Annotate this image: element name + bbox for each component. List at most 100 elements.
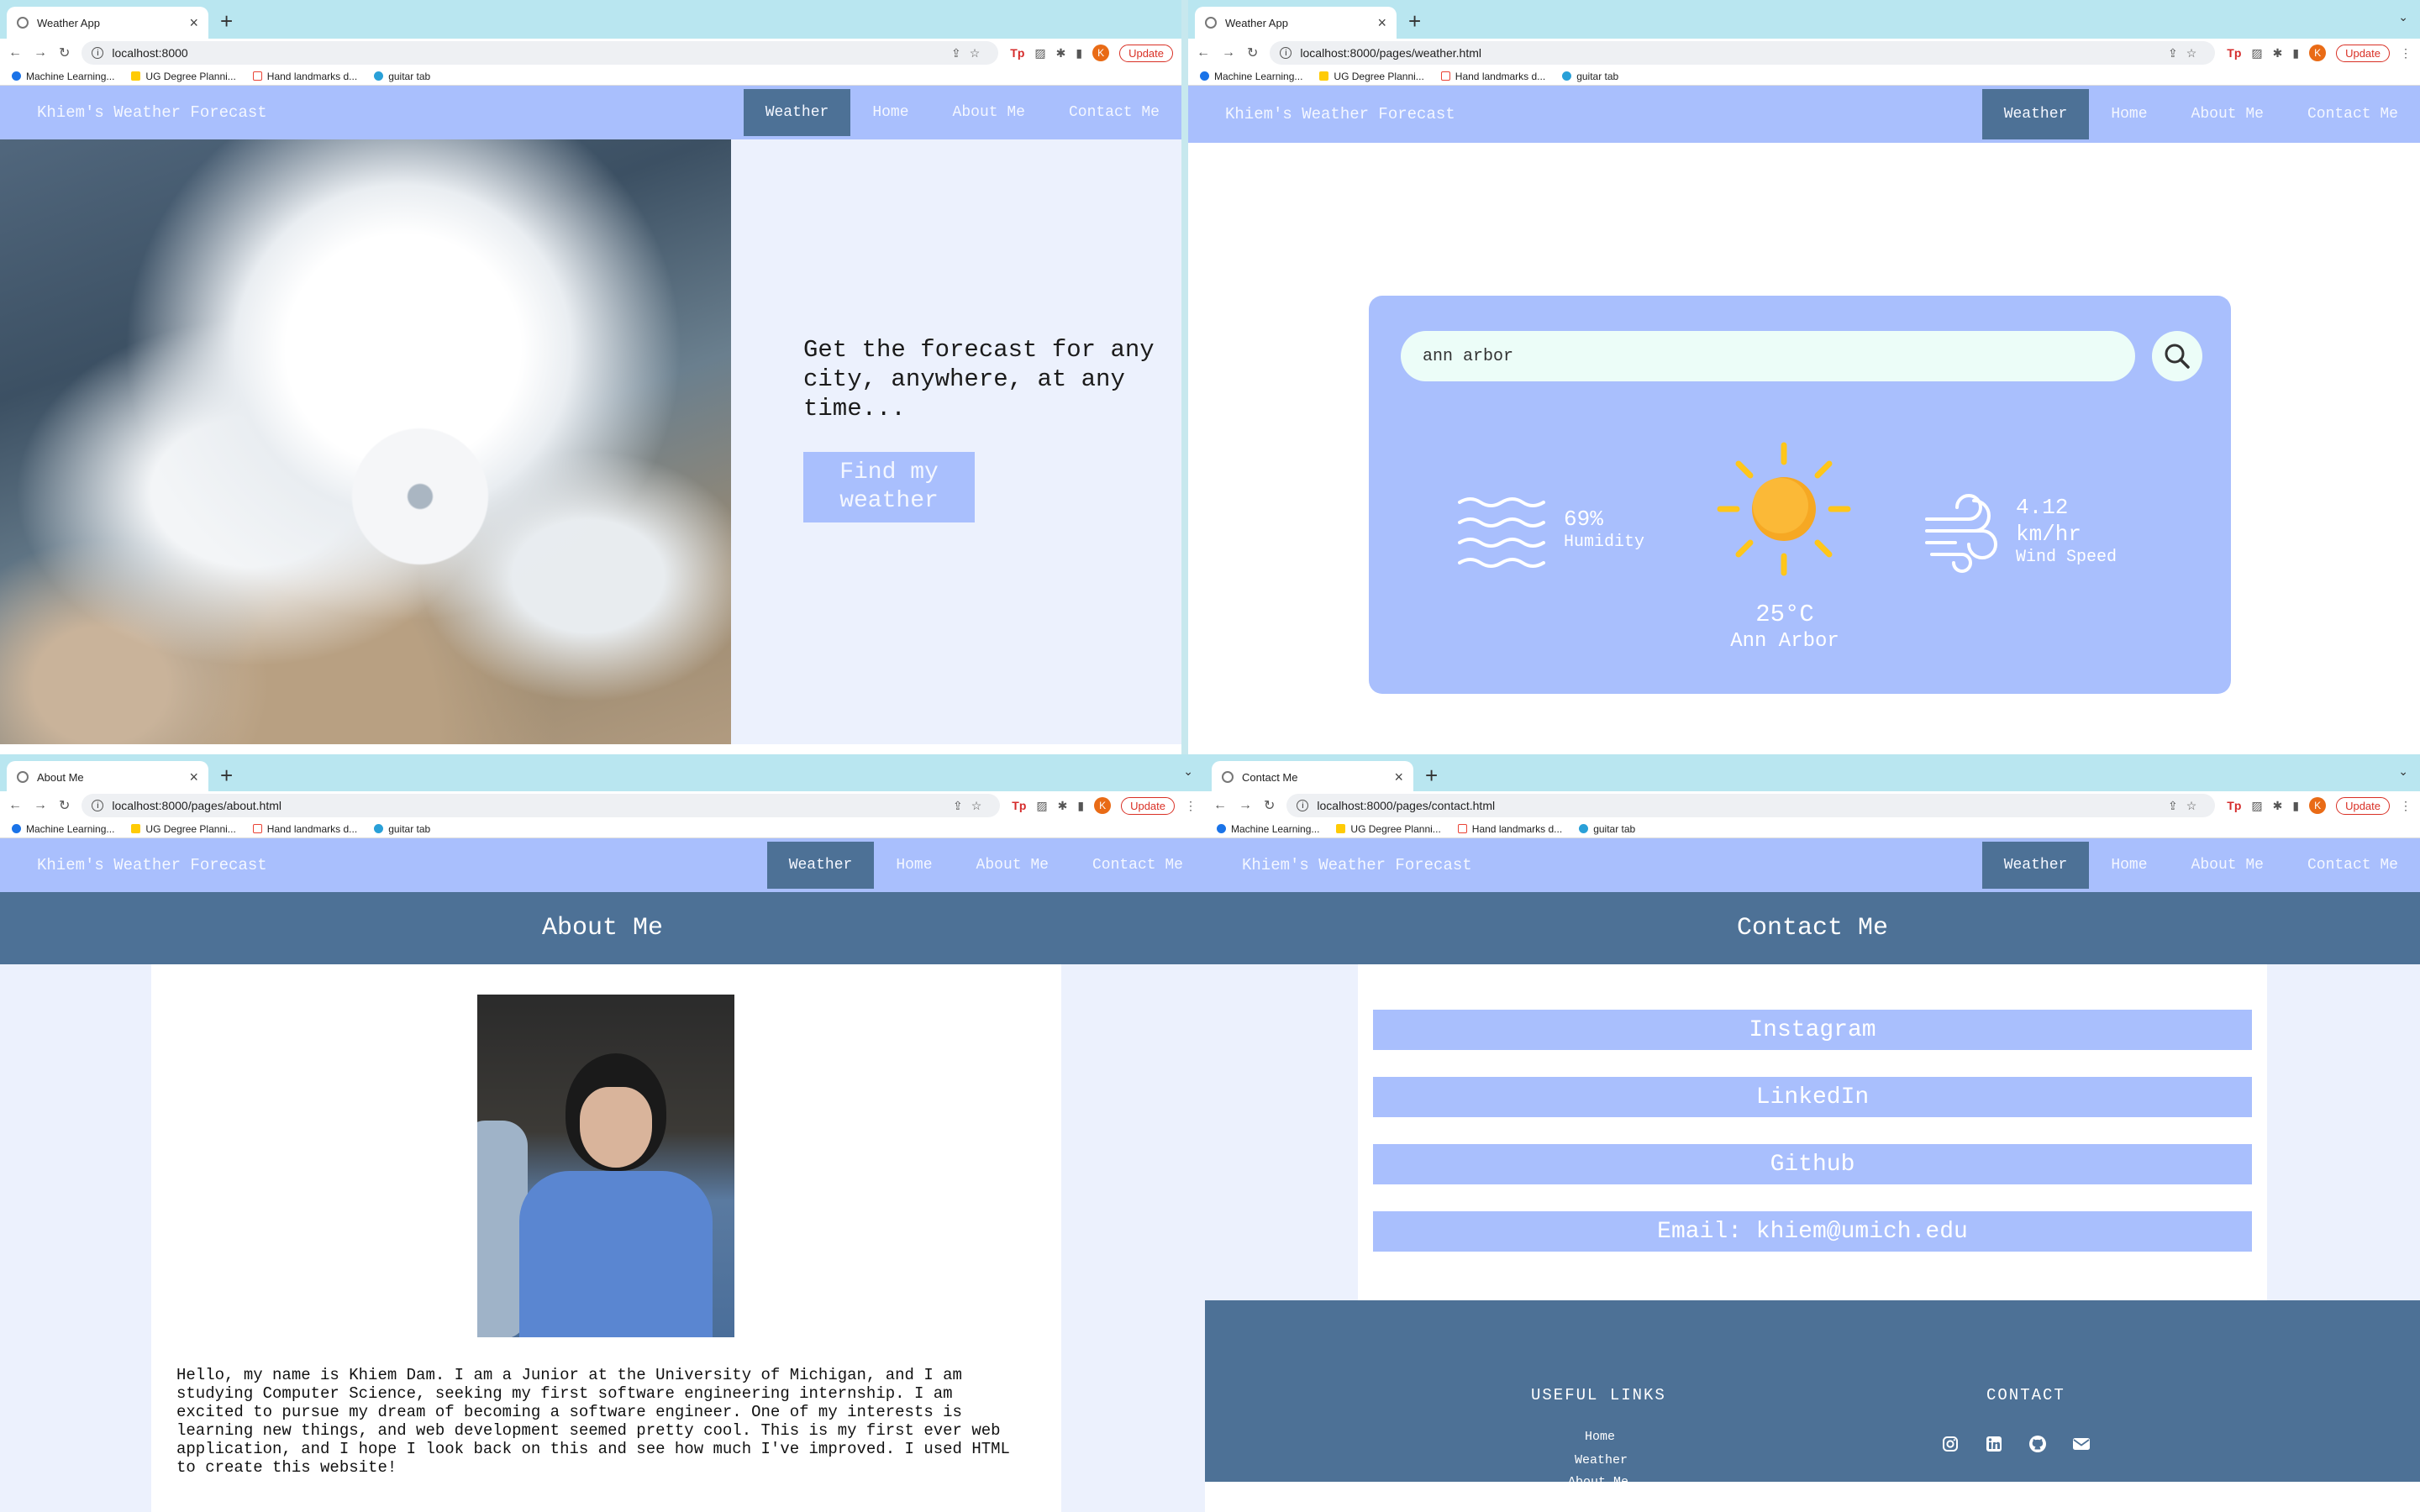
bookmark-item[interactable]: guitar tab <box>374 71 430 82</box>
city-search-input[interactable]: ann arbor <box>1401 331 2135 381</box>
bookmark-item[interactable]: UG Degree Planni... <box>1336 823 1441 835</box>
menu-icon[interactable]: ⋮ <box>2400 799 2412 813</box>
profile-avatar[interactable]: K <box>2309 797 2327 814</box>
browser-tab[interactable]: Weather App × <box>1195 7 1397 39</box>
nav-weather[interactable]: Weather <box>1981 89 2090 139</box>
github-icon[interactable] <box>2028 1435 2047 1453</box>
new-tab-icon[interactable]: + <box>220 8 233 34</box>
info-icon[interactable]: i <box>92 800 104 811</box>
profile-avatar[interactable]: K <box>2309 45 2327 61</box>
bookmark-item[interactable]: Machine Learning... <box>12 71 114 82</box>
nav-contact[interactable]: Contact Me <box>2286 86 2420 143</box>
nav-weather[interactable]: Weather <box>743 89 851 136</box>
update-button[interactable]: Update <box>1119 44 1173 62</box>
nav-home[interactable]: Home <box>850 86 930 139</box>
bookmark-item[interactable]: Machine Learning... <box>12 823 114 835</box>
nav-contact[interactable]: Contact Me <box>1047 86 1181 139</box>
back-icon[interactable]: ← <box>8 798 22 813</box>
sidebar-icon[interactable]: ▮ <box>2292 46 2299 60</box>
close-tab-icon[interactable]: × <box>189 769 198 786</box>
bookmark-item[interactable]: guitar tab <box>1579 823 1635 835</box>
nav-contact[interactable]: Contact Me <box>2286 838 2420 892</box>
bookmark-item[interactable]: UG Degree Planni... <box>131 71 236 82</box>
sidebar-icon[interactable]: ▮ <box>1076 46 1082 60</box>
nav-about[interactable]: About Me <box>955 838 1071 892</box>
forward-icon[interactable]: → <box>1239 798 1252 813</box>
envelope-icon[interactable] <box>2072 1435 2091 1453</box>
back-icon[interactable]: ← <box>8 45 22 60</box>
puzzle-icon[interactable]: ✱ <box>2273 799 2283 813</box>
address-bar[interactable]: i localhost:8000/pages/about.html ⇪☆ <box>82 794 1001 817</box>
search-button[interactable] <box>2152 331 2202 381</box>
nav-about[interactable]: About Me <box>2170 86 2286 143</box>
reader-icon[interactable]: ▨ <box>2251 46 2262 60</box>
puzzle-icon[interactable]: ✱ <box>1058 799 1068 813</box>
instagram-link[interactable]: Instagram <box>1373 1010 2252 1050</box>
new-tab-icon[interactable]: + <box>1408 8 1421 34</box>
update-button[interactable]: Update <box>2336 44 2390 62</box>
puzzle-icon[interactable]: ✱ <box>1056 46 1066 60</box>
bookmark-item[interactable]: UG Degree Planni... <box>1319 71 1424 82</box>
close-tab-icon[interactable]: × <box>189 14 198 32</box>
share-bookmark-icons[interactable]: ⇪☆ <box>2168 799 2205 813</box>
nav-home[interactable]: Home <box>2089 838 2169 892</box>
back-icon[interactable]: ← <box>1213 798 1227 813</box>
github-link[interactable]: Github <box>1373 1144 2252 1184</box>
bookmark-item[interactable]: Hand landmarks d... <box>252 71 357 82</box>
footer-link-home[interactable]: Home <box>1585 1430 1615 1444</box>
reader-icon[interactable]: ▨ <box>2251 799 2262 813</box>
forward-icon[interactable]: → <box>34 45 47 60</box>
tab-search-icon[interactable]: ⌄ <box>2398 10 2408 24</box>
reload-icon[interactable]: ↻ <box>1264 797 1275 814</box>
site-brand[interactable]: Khiem's Weather Forecast <box>1188 86 1982 143</box>
browser-tab[interactable]: Weather App × <box>7 7 208 39</box>
close-tab-icon[interactable]: × <box>1377 14 1386 32</box>
reload-icon[interactable]: ↻ <box>59 45 70 61</box>
email-link[interactable]: Email: khiem@umich.edu <box>1373 1211 2252 1252</box>
share-bookmark-icons[interactable]: ⇪☆ <box>953 799 990 813</box>
footer-link-about[interactable]: About Me <box>1568 1475 1628 1489</box>
browser-tab[interactable]: About Me × <box>7 761 208 793</box>
update-button[interactable]: Update <box>2336 796 2390 815</box>
nav-about[interactable]: About Me <box>2170 838 2286 892</box>
bookmark-item[interactable]: Hand landmarks d... <box>1440 71 1545 82</box>
sidebar-icon[interactable]: ▮ <box>1077 799 1084 813</box>
tab-search-icon[interactable]: ⌄ <box>1183 764 1193 779</box>
update-button[interactable]: Update <box>1121 796 1175 815</box>
close-tab-icon[interactable]: × <box>1394 769 1403 786</box>
site-brand[interactable]: Khiem's Weather Forecast <box>1205 838 1982 892</box>
address-bar[interactable]: i localhost:8000/pages/weather.html ⇪☆ <box>1270 41 2216 65</box>
bookmark-item[interactable]: guitar tab <box>374 823 430 835</box>
bookmark-item[interactable]: Hand landmarks d... <box>252 823 357 835</box>
profile-avatar[interactable]: K <box>1094 797 1112 814</box>
sidebar-icon[interactable]: ▮ <box>2292 799 2299 813</box>
info-icon[interactable]: i <box>1297 800 1309 811</box>
reload-icon[interactable]: ↻ <box>1247 45 1258 61</box>
nav-home[interactable]: Home <box>2089 86 2169 143</box>
linkedin-icon[interactable] <box>1985 1435 2003 1453</box>
reader-icon[interactable]: ▨ <box>1036 799 1047 813</box>
site-brand[interactable]: Khiem's Weather Forecast <box>0 86 744 139</box>
info-icon[interactable]: i <box>1280 47 1292 59</box>
tp-extension-icon[interactable]: Tp <box>2227 799 2241 812</box>
new-tab-icon[interactable]: + <box>1425 763 1438 789</box>
find-weather-button[interactable]: Find my weather <box>803 452 975 522</box>
puzzle-icon[interactable]: ✱ <box>2273 46 2283 60</box>
menu-icon[interactable]: ⋮ <box>2400 46 2412 60</box>
new-tab-icon[interactable]: + <box>220 763 233 789</box>
nav-weather[interactable]: Weather <box>766 842 875 889</box>
reload-icon[interactable]: ↻ <box>59 797 70 814</box>
bookmark-item[interactable]: Machine Learning... <box>1200 71 1302 82</box>
bookmark-item[interactable]: Hand landmarks d... <box>1457 823 1562 835</box>
instagram-icon[interactable] <box>1941 1435 1960 1453</box>
forward-icon[interactable]: → <box>1222 45 1235 60</box>
share-bookmark-icons[interactable]: ⇪☆ <box>2168 46 2205 60</box>
forward-icon[interactable]: → <box>34 798 47 813</box>
nav-about[interactable]: About Me <box>931 86 1047 139</box>
address-bar[interactable]: i localhost:8000 ⇪☆ <box>82 41 999 65</box>
footer-link-weather[interactable]: Weather <box>1575 1453 1628 1467</box>
back-icon[interactable]: ← <box>1197 45 1210 60</box>
bookmark-item[interactable]: Machine Learning... <box>1217 823 1319 835</box>
nav-weather[interactable]: Weather <box>1981 842 2090 889</box>
nav-home[interactable]: Home <box>874 838 954 892</box>
